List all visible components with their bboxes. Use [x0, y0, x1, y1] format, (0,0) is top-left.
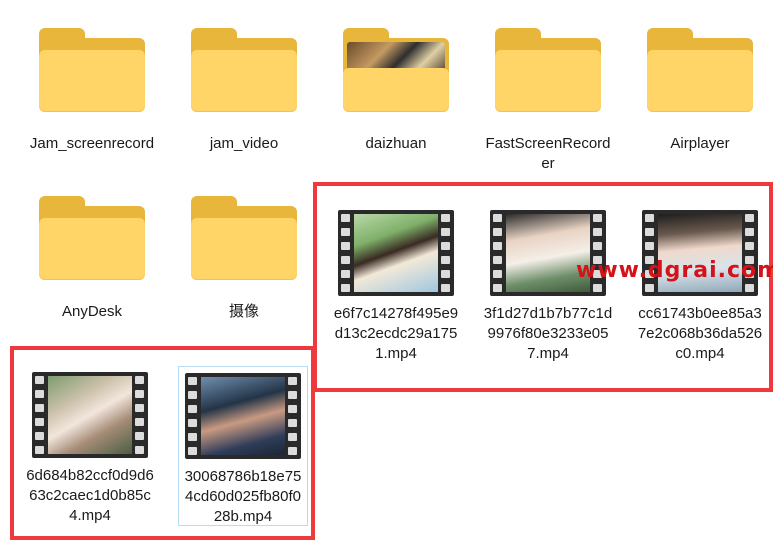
- folder-item-jam-video[interactable]: jam_video: [174, 28, 314, 154]
- folder-label: Jam_screenrecord: [29, 135, 155, 152]
- video-file-label: 6d684b82ccf0d9d663c2caec1d0b85c4.mp4: [26, 467, 154, 524]
- video-file-label: 30068786b18e754cd60d025fb80f028b.mp4: [184, 468, 302, 525]
- folder-item-camera[interactable]: 摄像: [174, 196, 314, 322]
- folder-label: 摄像: [228, 303, 259, 320]
- folder-label: Airplayer: [670, 135, 730, 152]
- video-thumbnail-icon: [32, 372, 148, 458]
- video-file-item[interactable]: cc61743b0ee85a37e2c068b36da526c0.mp4: [630, 210, 770, 364]
- folder-icon: [647, 28, 753, 112]
- folder-icon: [495, 28, 601, 112]
- folder-item-anydesk[interactable]: AnyDesk: [22, 196, 162, 322]
- folder-icon: [191, 196, 297, 280]
- folder-icon: [39, 196, 145, 280]
- folder-label: jam_video: [209, 135, 279, 152]
- video-thumbnail-icon: [338, 210, 454, 296]
- folder-label: FastScreenRecorder: [485, 135, 611, 172]
- folder-item-airplayer[interactable]: Airplayer: [630, 28, 770, 154]
- folder-item-jam-screenrecord[interactable]: Jam_screenrecord: [22, 28, 162, 154]
- video-file-label: e6f7c14278f495e9d13c2ecdc29a1751.mp4: [333, 305, 459, 362]
- folder-with-preview-icon: [343, 28, 449, 112]
- folder-icon: [39, 28, 145, 112]
- video-file-item[interactable]: 6d684b82ccf0d9d663c2caec1d0b85c4.mp4: [20, 372, 160, 526]
- video-thumbnail-icon: [490, 210, 606, 296]
- folder-item-fastscreenrecorder[interactable]: FastScreenRecorder: [478, 28, 618, 174]
- folder-label: AnyDesk: [61, 303, 123, 320]
- video-file-item[interactable]: 3f1d27d1b7b77c1d9976f80e3233e057.mp4: [478, 210, 618, 364]
- folder-label: daizhuan: [365, 135, 427, 152]
- folder-item-daizhuan[interactable]: daizhuan: [326, 28, 466, 154]
- video-file-item-selected[interactable]: 30068786b18e754cd60d025fb80f028b.mp4: [178, 366, 308, 526]
- video-thumbnail-icon: [642, 210, 758, 296]
- video-file-label: 3f1d27d1b7b77c1d9976f80e3233e057.mp4: [483, 305, 613, 362]
- video-thumbnail-icon: [185, 373, 301, 459]
- video-file-label: cc61743b0ee85a37e2c068b36da526c0.mp4: [637, 305, 763, 362]
- video-file-item[interactable]: e6f7c14278f495e9d13c2ecdc29a1751.mp4: [326, 210, 466, 364]
- folder-icon: [191, 28, 297, 112]
- watermark-text: www.dgrai.com: [576, 258, 773, 283]
